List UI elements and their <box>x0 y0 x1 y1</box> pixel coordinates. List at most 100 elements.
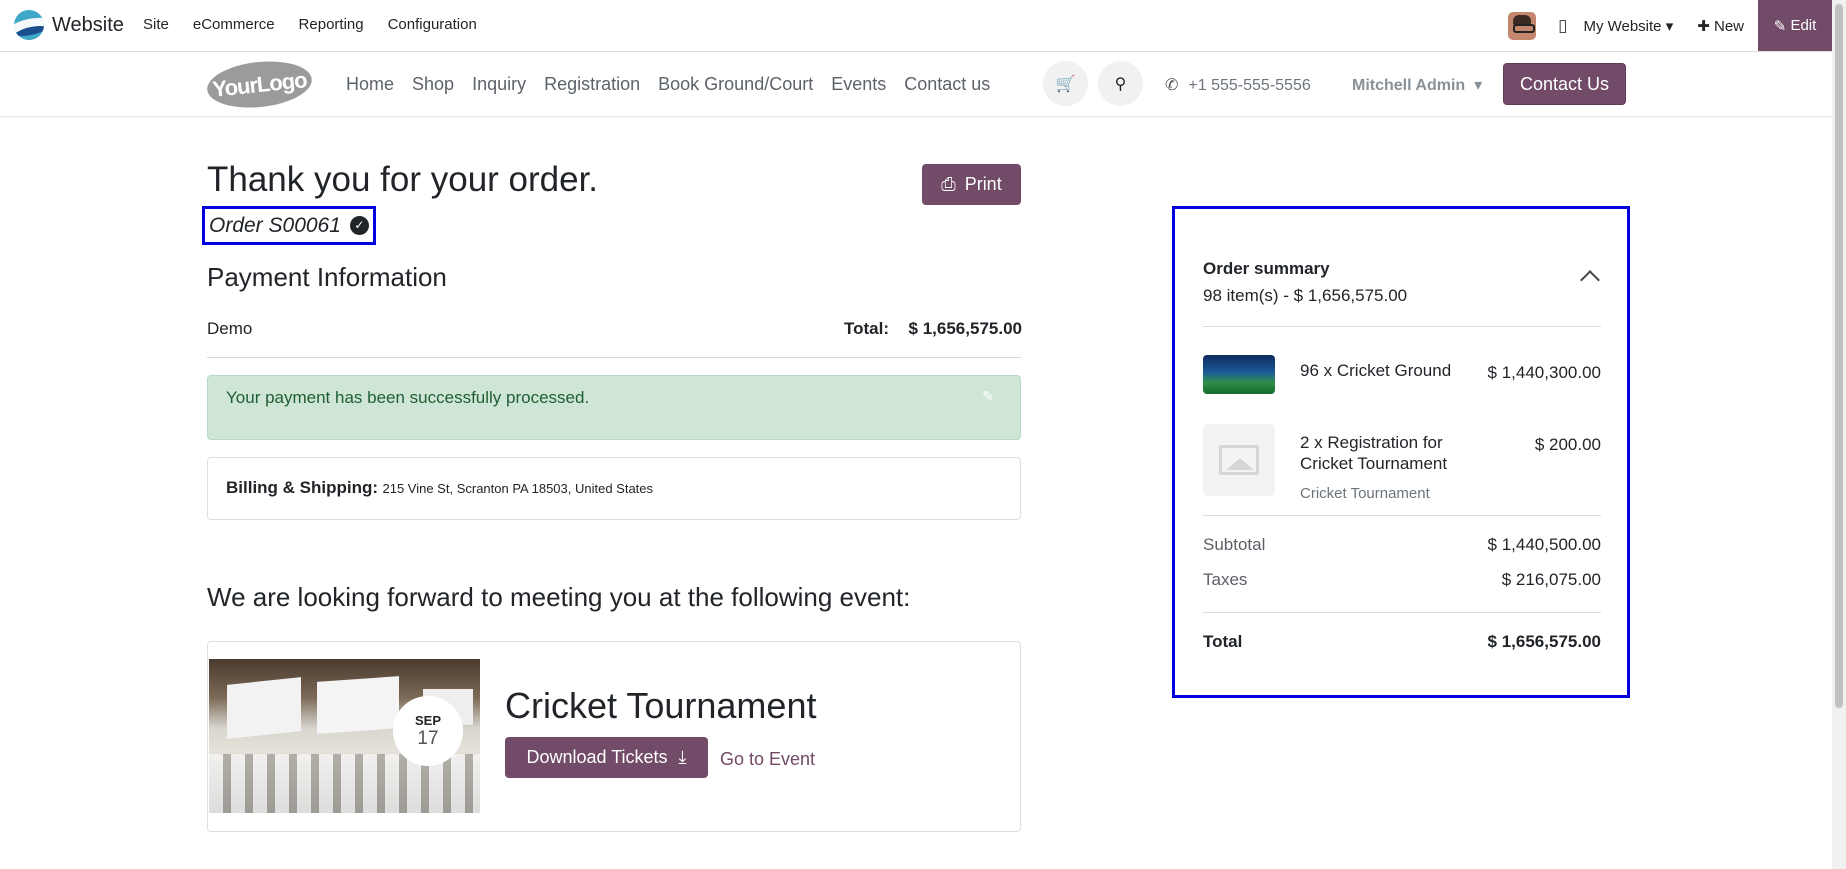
total-row: Total $ 1,656,575.00 <box>1203 632 1601 652</box>
divider <box>1203 612 1601 613</box>
total-value: $ 1,656,575.00 <box>908 319 1022 338</box>
menu-configuration[interactable]: Configuration <box>388 16 477 33</box>
search-button[interactable]: ⚲ <box>1098 61 1143 106</box>
website-switcher[interactable]: My Website ▾ <box>1583 17 1673 35</box>
billing-shipping-box: Billing & Shipping: 215 Vine St, Scranto… <box>207 457 1021 520</box>
top-menu: Site eCommerce Reporting Configuration <box>143 16 477 33</box>
user-menu[interactable]: Mitchell Admin ▾ <box>1352 75 1482 95</box>
event-month: SEP <box>414 713 441 728</box>
search-icon: ⚲ <box>1114 75 1127 93</box>
summary-total-value: $ 1,656,575.00 <box>1487 632 1601 651</box>
caret-down-icon: ▾ <box>1474 77 1483 94</box>
subtotal-label: Subtotal <box>1203 535 1266 554</box>
cart-icon: 🛒 <box>1055 75 1076 93</box>
page-scrollbar[interactable] <box>1832 0 1846 869</box>
order-line-price: $ 1,440,300.00 <box>1487 363 1601 382</box>
event-image-screen <box>317 676 399 734</box>
nav-inquiry[interactable]: Inquiry <box>472 74 526 95</box>
nav-home[interactable]: Home <box>346 74 394 95</box>
site-nav: Home Shop Inquiry Registration Book Grou… <box>346 74 990 95</box>
event-image[interactable]: SEP 17 <box>209 659 480 813</box>
taxes-row: Taxes $ 216,075.00 <box>1203 570 1601 590</box>
event-name: Cricket Tournament <box>505 685 817 726</box>
order-summary: Order summary 98 item(s) - $ 1,656,575.0… <box>1172 206 1630 698</box>
user-name: Mitchell Admin <box>1352 77 1466 94</box>
order-summary-header[interactable]: Order summary 98 item(s) - $ 1,656,575.0… <box>1203 259 1601 306</box>
billing-label: Billing & Shipping: <box>226 478 379 497</box>
event-card: SEP 17 Cricket Tournament Download Ticke… <box>207 641 1021 832</box>
website-app-icon <box>14 10 44 40</box>
print-label: Print <box>964 174 1002 194</box>
download-label: Download Tickets <box>526 747 668 767</box>
nav-events[interactable]: Events <box>831 74 886 95</box>
order-summary-items-line: 98 item(s) - $ 1,656,575.00 <box>1203 286 1408 305</box>
caret-down-icon: ▾ <box>1665 17 1674 35</box>
phone-icon: ✆ <box>1165 77 1179 94</box>
order-line-name: 2 x Registration for Cricket Tournament <box>1300 433 1448 473</box>
plus-icon: ✚ <box>1697 17 1710 35</box>
printer-icon: ⎙ <box>941 174 956 194</box>
order-line-event: Cricket Tournament <box>1300 485 1430 502</box>
event-heading: We are looking forward to meeting you at… <box>207 582 911 612</box>
payment-success-alert: Your payment has been successfully proce… <box>207 375 1021 440</box>
page-title: Thank you for your order. <box>207 160 599 199</box>
website-switcher-label: My Website <box>1583 17 1662 35</box>
event-date-badge: SEP 17 <box>393 696 463 766</box>
edit-button[interactable]: ✎ Edit <box>1758 0 1832 51</box>
event-image-screen <box>227 677 301 739</box>
nav-registration[interactable]: Registration <box>544 74 640 95</box>
site-logo[interactable]: YourLogo <box>204 56 315 113</box>
phone-number: +1 555-555-5556 <box>1188 77 1311 94</box>
divider <box>1203 515 1601 516</box>
total-label: Total: <box>844 319 890 338</box>
website-header: YourLogo Home Shop Inquiry Registration … <box>0 52 1832 117</box>
order-number: Order S00061 <box>209 213 341 237</box>
nav-book-ground[interactable]: Book Ground/Court <box>658 74 813 95</box>
cart-button[interactable]: 🛒 <box>1043 61 1088 106</box>
menu-ecommerce[interactable]: eCommerce <box>193 16 275 33</box>
check-circle-icon: ✓ <box>349 216 369 235</box>
pencil-icon[interactable]: ✎ <box>982 388 994 405</box>
contact-us-button[interactable]: Contact Us <box>1503 63 1626 105</box>
odoo-top-bar: Website Site eCommerce Reporting Configu… <box>0 0 1832 52</box>
menu-site[interactable]: Site <box>143 16 169 33</box>
app-name: Website <box>52 13 124 36</box>
payment-info-title: Payment Information <box>207 262 447 292</box>
subtotal-value: $ 1,440,500.00 <box>1487 535 1601 554</box>
order-line-price: $ 200.00 <box>1534 435 1601 454</box>
order-line-name: 96 x Cricket Ground <box>1300 361 1452 380</box>
taxes-value: $ 216,075.00 <box>1501 570 1601 589</box>
nav-shop[interactable]: Shop <box>412 74 454 95</box>
payment-total: Total: $ 1,656,575.00 <box>844 319 1022 339</box>
product-thumbnail <box>1203 355 1275 394</box>
top-bar-right: ▯ My Website ▾ ✚ New ✎ Edit <box>1508 0 1832 51</box>
product-thumbnail-placeholder <box>1203 424 1275 496</box>
event-day: 17 <box>417 728 439 749</box>
payment-method: Demo <box>207 319 253 338</box>
taxes-label: Taxes <box>1203 570 1248 589</box>
nav-contact-us[interactable]: Contact us <box>904 74 990 95</box>
image-placeholder-icon <box>1219 445 1259 475</box>
summary-total-label: Total <box>1203 632 1243 651</box>
download-tickets-button[interactable]: Download Tickets ⤓ <box>505 737 708 778</box>
print-button[interactable]: ⎙ Print <box>922 164 1021 205</box>
edit-label: Edit <box>1790 17 1817 34</box>
divider <box>207 357 1021 358</box>
order-reference: Order S00061 ✓ <box>202 206 376 245</box>
new-label: New <box>1713 17 1744 35</box>
divider <box>1203 326 1601 327</box>
download-icon: ⤓ <box>678 747 687 767</box>
mobile-preview-icon[interactable]: ▯ <box>1558 16 1567 36</box>
subtotal-row: Subtotal $ 1,440,500.00 <box>1203 535 1601 555</box>
go-to-event-link[interactable]: Go to Event <box>720 749 815 770</box>
billing-address: 215 Vine St, Scranton PA 18503, United S… <box>382 481 654 496</box>
alert-message: Your payment has been successfully proce… <box>226 388 590 407</box>
scrollbar-thumb[interactable] <box>1835 4 1843 708</box>
menu-reporting[interactable]: Reporting <box>299 16 364 33</box>
user-avatar[interactable] <box>1508 11 1537 40</box>
app-switcher[interactable]: Website <box>14 10 124 40</box>
pencil-icon: ✎ <box>1773 17 1787 35</box>
new-button[interactable]: ✚ New <box>1697 17 1744 35</box>
order-summary-title: Order summary <box>1203 259 1330 278</box>
header-phone[interactable]: ✆ +1 555-555-5556 <box>1165 75 1311 95</box>
